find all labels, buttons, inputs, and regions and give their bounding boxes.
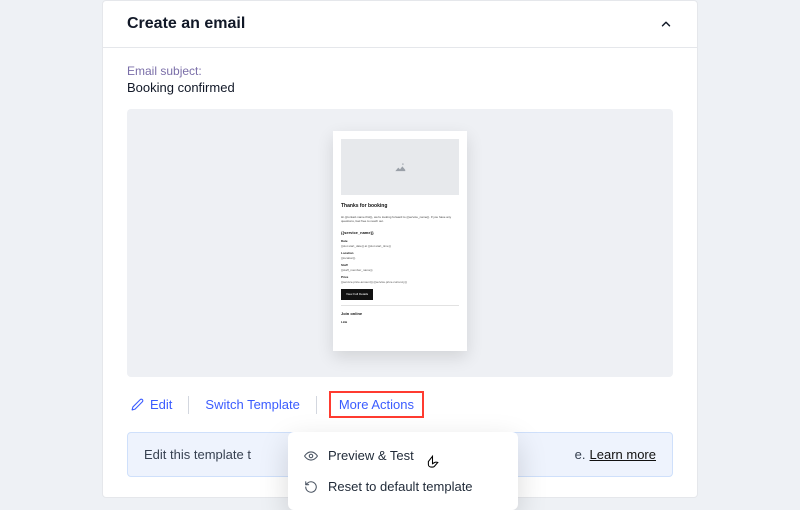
edit-button[interactable]: Edit <box>127 393 176 416</box>
more-actions-dropdown: Preview & Test Reset to default template <box>288 432 518 510</box>
learn-more-link[interactable]: Learn more <box>590 447 656 462</box>
preview-section: {{service_name}} <box>341 230 459 236</box>
preview-test-item[interactable]: Preview & Test <box>288 440 518 471</box>
pointer-cursor-icon <box>425 454 443 472</box>
banner-text-suffix: e. <box>575 447 586 462</box>
preview-cta-button: View Full Details <box>341 289 373 300</box>
image-icon <box>393 160 407 174</box>
email-subject-value: Booking confirmed <box>127 80 673 95</box>
more-actions-label: More Actions <box>339 397 414 412</box>
switch-template-label: Switch Template <box>205 397 299 412</box>
preview-image-placeholder <box>341 139 459 195</box>
reset-template-label: Reset to default template <box>328 479 473 494</box>
email-subject-label: Email subject: <box>127 64 673 78</box>
more-actions-highlight: More Actions <box>329 391 424 418</box>
preview-body: Hi {{contact.name.first}}, we're looking… <box>341 215 459 225</box>
preview-heading: Thanks for booking <box>341 203 459 211</box>
card-title: Create an email <box>127 15 245 33</box>
separator <box>188 396 189 414</box>
edit-label: Edit <box>150 397 172 412</box>
reset-icon <box>304 480 318 494</box>
pencil-icon <box>131 398 144 411</box>
preview-test-label: Preview & Test <box>328 448 414 463</box>
email-preview-area: Thanks for booking Hi {{contact.name.fir… <box>127 109 673 377</box>
action-row: Edit Switch Template More Actions <box>127 391 673 418</box>
separator <box>316 396 317 414</box>
reset-template-item[interactable]: Reset to default template <box>288 471 518 502</box>
switch-template-button[interactable]: Switch Template <box>201 393 303 416</box>
banner-text-prefix: Edit this template t <box>144 447 251 462</box>
chevron-up-icon <box>659 17 673 31</box>
eye-icon <box>304 449 318 463</box>
more-actions-button[interactable]: More Actions <box>339 397 414 412</box>
create-email-card: Create an email Email subject: Booking c… <box>102 0 698 498</box>
card-header[interactable]: Create an email <box>103 1 697 48</box>
email-preview-thumbnail[interactable]: Thanks for booking Hi {{contact.name.fir… <box>333 131 467 351</box>
